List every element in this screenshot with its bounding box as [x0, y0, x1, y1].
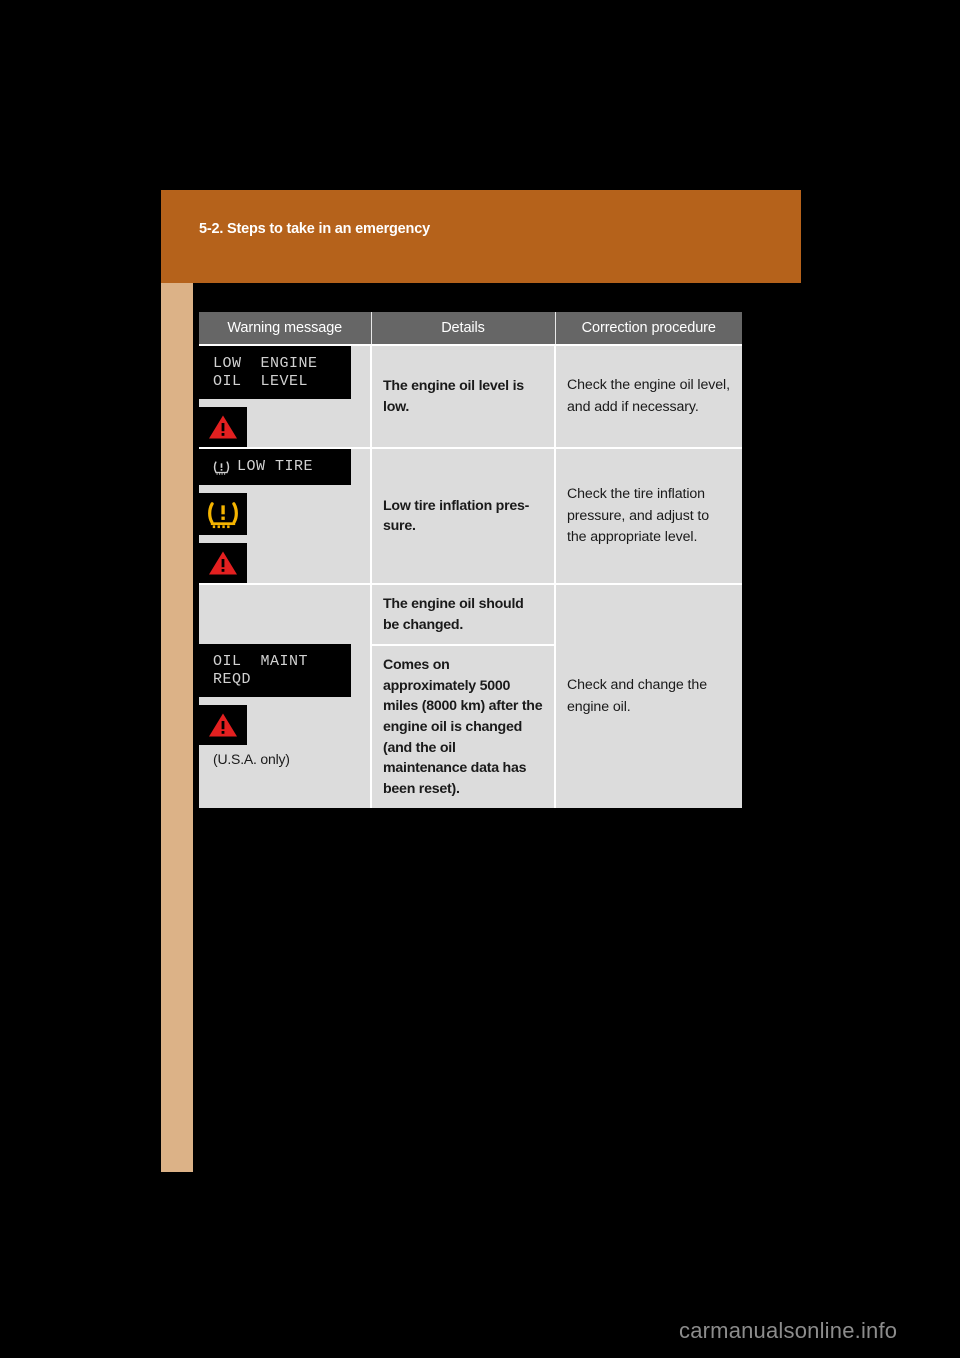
- details-text: Comes on approximately 5000 miles (8000 …: [383, 657, 543, 797]
- lcd-line: OIL MAINT: [213, 653, 309, 671]
- warning-triangle-icon-box: [199, 407, 247, 448]
- correction-cell: Check the engine oil level, and add if n…: [554, 343, 742, 449]
- details-text: The engine oil level is low.: [383, 378, 524, 415]
- warning-message-cell: LOW ENGINE OIL LEVEL: [199, 343, 371, 449]
- lcd-line: OIL LEVEL: [213, 372, 309, 390]
- page-edge-tab: [161, 283, 193, 1172]
- warning-message-table: Warning message Details Correction proce…: [199, 312, 742, 809]
- lcd-display-panel: OIL MAINT REQD: [199, 644, 351, 698]
- column-header-correction-procedure: Correction procedure: [554, 312, 742, 345]
- warning-triangle-icon: [209, 713, 237, 737]
- correction-text: Check and change the engine oil.: [567, 677, 707, 715]
- details-cell: The engine oil should be changed. Comes …: [370, 583, 555, 809]
- chapter-title: 5-2. Steps to take in an emergency: [199, 221, 430, 237]
- table-row: LOW ENGINE OIL LEVEL The engine oil leve…: [199, 343, 742, 449]
- table-header-row: Warning message Details Correction proce…: [199, 312, 742, 345]
- lcd-display-panel: LOW ENGINE OIL LEVEL: [199, 346, 351, 400]
- tpms-icon: [213, 461, 230, 475]
- table-row: LOW TIRE Low tire inflation pres-sure. C…: [199, 447, 742, 585]
- column-header-details: Details: [370, 312, 555, 345]
- correction-cell: Check and change the engine oil.: [554, 583, 742, 809]
- lcd-line: REQD: [213, 670, 252, 688]
- site-watermark: carmanualsonline.info: [679, 1318, 898, 1343]
- lcd-display-panel: LOW TIRE: [199, 449, 351, 486]
- warning-triangle-icon-box: [199, 705, 247, 746]
- tpms-icon-box: [199, 493, 247, 536]
- correction-cell: Check the tire inflation pressure, and a…: [554, 447, 742, 585]
- details-subrow: Comes on approximately 5000 miles (8000 …: [372, 644, 554, 809]
- correction-text: Check the tire inflation pressure, and a…: [567, 486, 710, 545]
- warning-triangle-icon: [209, 551, 237, 575]
- warning-triangle-icon: [209, 415, 237, 439]
- details-cell: The engine oil level is low.: [370, 343, 555, 449]
- details-subcell: The engine oil should be changed.: [372, 585, 554, 646]
- warning-message-cell: OIL MAINT REQD (U.S.A. only): [199, 583, 371, 809]
- details-subrow: The engine oil should be changed.: [372, 585, 554, 646]
- warning-triangle-icon-box: [199, 543, 247, 584]
- lcd-line: LOW TIRE: [237, 458, 314, 476]
- details-text: Low tire inflation pres-sure.: [383, 497, 530, 535]
- table-row: OIL MAINT REQD (U.S.A. only) The engine …: [199, 583, 742, 809]
- tpms-icon: [208, 502, 238, 529]
- usa-only-note: (U.S.A. only): [213, 751, 290, 768]
- details-text: The engine oil should be changed.: [383, 596, 524, 633]
- warning-message-cell: LOW TIRE: [199, 447, 371, 585]
- column-header-warning-message: Warning message: [199, 312, 371, 345]
- details-cell: Low tire inflation pres-sure.: [370, 447, 555, 585]
- details-subcell: Comes on approximately 5000 miles (8000 …: [372, 644, 554, 809]
- lcd-line: LOW ENGINE: [213, 355, 318, 372]
- details-subtable: The engine oil should be changed. Comes …: [372, 585, 554, 809]
- correction-text: Check the engine oil level, and add if n…: [567, 377, 730, 415]
